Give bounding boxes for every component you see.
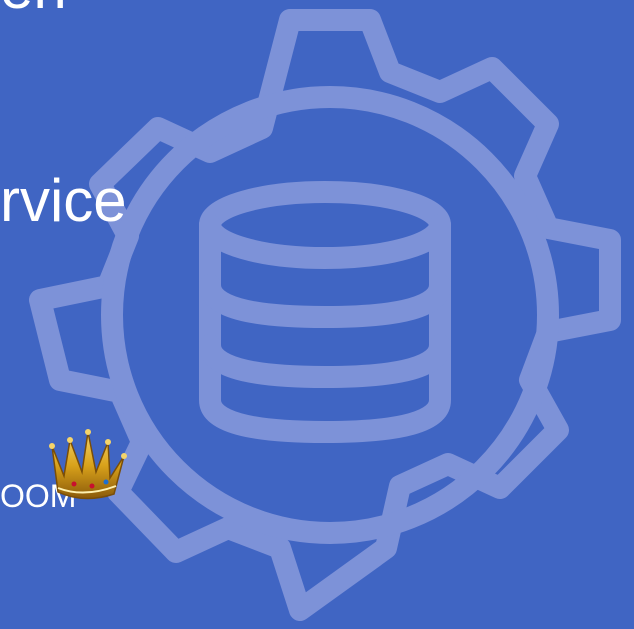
slide-text-top: en	[0, 0, 67, 18]
database-ring-1	[199, 274, 451, 328]
slide: en rvice OOM	[0, 0, 634, 629]
database-ring-2	[199, 334, 451, 388]
crown-icon	[49, 429, 127, 500]
slide-text-service: rvice	[0, 167, 127, 234]
database-top	[199, 181, 451, 269]
gear-database-icon	[29, 9, 621, 621]
